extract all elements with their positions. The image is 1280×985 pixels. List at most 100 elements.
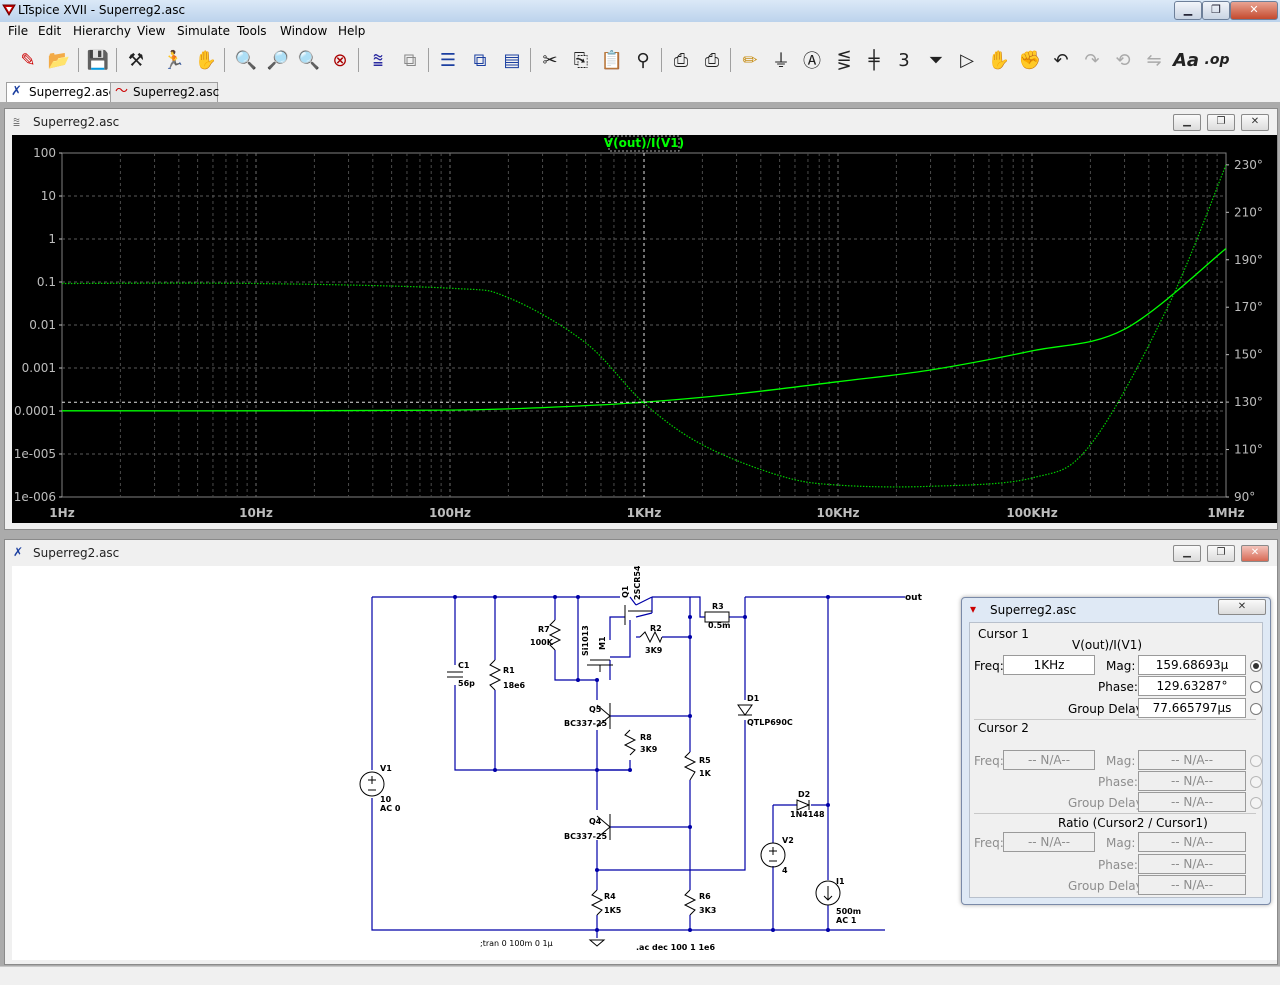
autorange-icon[interactable]: ⩰	[364, 46, 392, 74]
tile-horizontal-icon[interactable]: ☰	[434, 46, 462, 74]
new-schematic-icon[interactable]: ✎	[14, 46, 42, 74]
print-icon[interactable]: ⎙	[667, 46, 695, 74]
inductor-icon[interactable]: 3	[890, 46, 918, 74]
tab-waveform[interactable]: 〜 Superreg2.asc	[110, 82, 219, 102]
title-bar: LTspice XVII - Superreg2.asc ▁ ❐ ✕	[0, 0, 1280, 22]
component-icon[interactable]: ▷	[953, 46, 981, 74]
redo-icon[interactable]: ↷	[1078, 46, 1106, 74]
cursor1-label: Cursor 1	[978, 627, 1029, 641]
menu-window[interactable]: Window	[280, 24, 327, 38]
resistor-icon[interactable]: ⋚	[830, 46, 858, 74]
group-divider	[974, 813, 1256, 814]
text-icon[interactable]: Aa	[1172, 46, 1200, 74]
cursor2-freq-value: -- N/A--	[1003, 750, 1095, 770]
label-net-icon[interactable]: Ⓐ	[798, 46, 826, 74]
menu-hierarchy[interactable]: Hierarchy	[73, 24, 131, 38]
cursor2-gd-radio	[1250, 797, 1262, 809]
r3-ref: R3	[712, 602, 724, 611]
trace-title[interactable]: V(out)/I(V1)	[604, 136, 684, 150]
m1-ref: M1	[598, 636, 607, 650]
find-icon[interactable]: ⚲	[629, 46, 657, 74]
close-button[interactable]: ✕	[1230, 1, 1278, 20]
menu-file[interactable]: File	[8, 24, 28, 38]
cursor2-gd-value: -- N/A--	[1138, 792, 1246, 812]
menu-simulate[interactable]: Simulate	[177, 24, 230, 38]
x-tick-label: 100Hz	[429, 506, 471, 520]
copy-icon[interactable]: ⎘	[567, 46, 595, 74]
y2-tick-label: 110°	[1234, 443, 1263, 457]
cursor1-phase-radio[interactable]	[1250, 681, 1262, 693]
cursor1-mag-radio[interactable]	[1250, 660, 1262, 672]
pan-icon[interactable]: 🔎	[264, 46, 292, 74]
menu-view[interactable]: View	[137, 24, 165, 38]
cursor1-mag-value: 159.68693µ	[1138, 655, 1246, 675]
m1-value: Si1013	[581, 625, 590, 656]
cursor1-freq-value[interactable]: 1KHz	[1003, 655, 1095, 675]
schematic-icon: ✗	[11, 84, 22, 99]
save-icon[interactable]: 💾	[84, 46, 112, 74]
drag-hand-icon[interactable]: ✊	[1016, 46, 1044, 74]
cursor2-label: Cursor 2	[978, 721, 1029, 735]
plot-window-title: Superreg2.asc	[33, 115, 120, 129]
waveform-icon: ⩰	[13, 115, 21, 129]
spice-directive-icon[interactable]: .op	[1203, 46, 1231, 74]
window-title: LTspice XVII - Superreg2.asc	[18, 3, 186, 17]
capacitor-icon[interactable]: ╪	[860, 46, 888, 74]
plot-close-button[interactable]: ✕	[1241, 114, 1269, 131]
r3-value: 0.5m	[708, 621, 731, 630]
schematic-close-button[interactable]: ✕	[1241, 545, 1269, 562]
cursor2-phase-radio	[1250, 776, 1262, 788]
y2-tick-label: 230°	[1234, 158, 1263, 172]
r8-ref: R8	[640, 733, 652, 742]
ratio-gd-label: Group Delay:	[1068, 879, 1146, 893]
q5-value: BC337-25	[564, 719, 608, 728]
tile-vertical-icon[interactable]: ▤	[498, 46, 526, 74]
zoom-fit-icon[interactable]: ⊗	[326, 46, 354, 74]
move-hand-icon[interactable]: ✋	[985, 46, 1013, 74]
menu-edit[interactable]: Edit	[38, 24, 61, 38]
cursor1-mag-label: Mag:	[1106, 659, 1136, 673]
q1-ref: Q1	[621, 585, 630, 598]
zoom-back-icon[interactable]: ⧉	[396, 46, 424, 74]
halt-icon[interactable]: ✋	[192, 46, 220, 74]
cursor1-gd-radio[interactable]	[1250, 703, 1262, 715]
r8-value: 3K9	[640, 745, 658, 754]
run-icon[interactable]: 🏃	[160, 46, 188, 74]
print-setup-icon[interactable]: ⎙	[698, 46, 726, 74]
restore-button[interactable]: ❐	[1202, 1, 1230, 20]
schematic-minimize-button[interactable]: ▁	[1173, 545, 1201, 562]
ground-icon[interactable]: ⏚	[767, 46, 795, 74]
cut-icon[interactable]: ✂	[536, 46, 564, 74]
plot-minimize-button[interactable]: ▁	[1173, 114, 1201, 131]
c1-ref: C1	[458, 661, 470, 670]
y2-tick-label: 170°	[1234, 300, 1263, 314]
cursor1-freq-label: Freq:	[974, 659, 1004, 673]
schematic-restore-button[interactable]: ❐	[1207, 545, 1235, 562]
cursor2-mag-value: -- N/A--	[1138, 750, 1246, 770]
cascade-icon[interactable]: ⧉	[466, 46, 494, 74]
y-tick-label: 100	[33, 146, 56, 160]
plot-pane[interactable]: 100 10 1 0.1 0.01 0.001 0.0001 1e-005 1e-006 230°…	[12, 135, 1277, 523]
toolbar-separator	[730, 48, 731, 72]
diode-icon[interactable]: ⏷	[922, 46, 950, 74]
open-folder-icon[interactable]: 📂	[45, 46, 73, 74]
cursor-dialog-close-button[interactable]: ✕	[1218, 599, 1266, 615]
toolbar: ✎ 📂 💾 ⚒ 🏃 ✋ 🔍 🔎 🔍 ⊗ ⩰ ⧉ ☰ ⧉ ▤ ✂ ⎘ 📋 ⚲ ⎙ …	[0, 42, 1280, 81]
control-panel-icon[interactable]: ⚒	[122, 46, 150, 74]
rotate-icon[interactable]: ⟲	[1109, 46, 1137, 74]
tab-schematic[interactable]: ✗ Superreg2.asc	[6, 82, 115, 102]
menu-tools[interactable]: Tools	[237, 24, 267, 38]
x-tick-label: 1MHz	[1207, 506, 1244, 520]
zoom-out-icon[interactable]: 🔍	[295, 46, 323, 74]
y-tick-label: 0.0001	[14, 404, 56, 418]
bode-chart[interactable]: 100 10 1 0.1 0.01 0.001 0.0001 1e-005 1e-006 230°…	[12, 135, 1277, 523]
minimize-button[interactable]: ▁	[1174, 1, 1202, 20]
zoom-in-icon[interactable]: 🔍	[232, 46, 260, 74]
mirror-icon[interactable]: ⇋	[1140, 46, 1168, 74]
paste-icon[interactable]: 📋	[598, 46, 626, 74]
plot-restore-button[interactable]: ❐	[1207, 114, 1235, 131]
undo-icon[interactable]: ↶	[1047, 46, 1075, 74]
draw-wire-icon[interactable]: ✏	[736, 46, 764, 74]
tran-directive: ;tran 0 100m 0 1µ	[480, 939, 553, 948]
menu-help[interactable]: Help	[338, 24, 365, 38]
